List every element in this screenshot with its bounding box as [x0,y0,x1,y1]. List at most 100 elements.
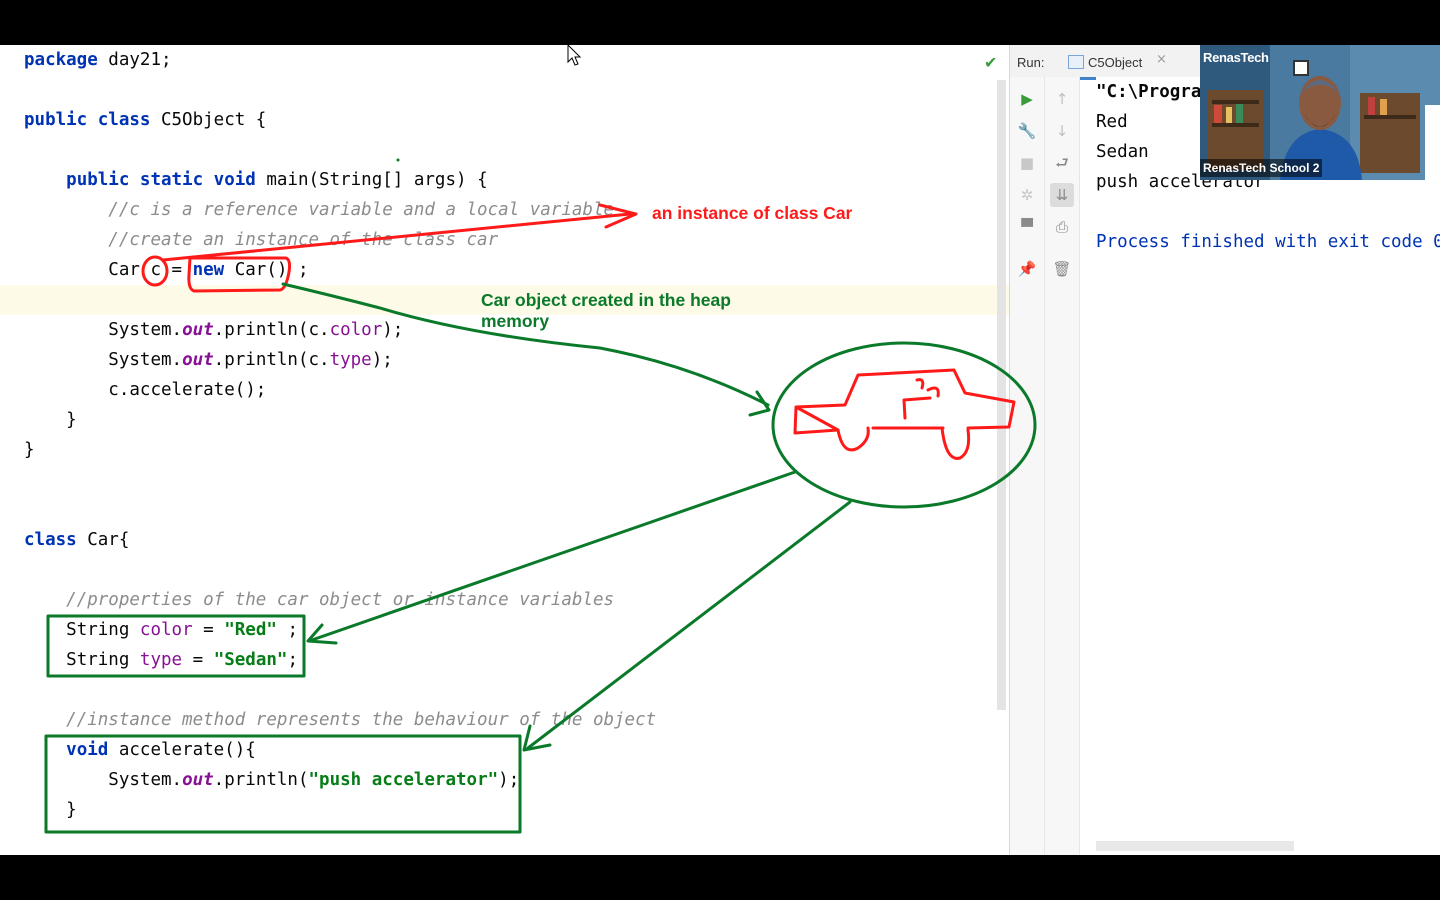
run-tab-label: C5Object [1088,55,1143,70]
code-token: void [66,740,109,760]
code-token: type [139,650,183,670]
code-token: String [66,650,140,670]
console-line: Sedan [1096,142,1149,162]
code-line[interactable]: //create an instance of the class car [24,225,498,255]
code-token: = [182,650,214,670]
code-token: Car c = [108,260,193,280]
code-token: System. [108,320,183,340]
code-line[interactable]: } [24,435,35,465]
code-token: System. [108,770,183,790]
code-token: "push accelerator" [308,770,499,790]
run-toolbar-right: ↑ ↓ ⮐ ⇊ ⎙ 🗑 [1045,77,1080,855]
code-token: out [182,320,214,340]
heap-annotation-line-2: memory [481,311,550,331]
code-line[interactable]: Car c = new Car() ; [24,255,308,285]
webcam-brand: RenasTech [1203,50,1269,65]
wrench-icon[interactable]: 🔧 [1015,119,1039,143]
trash-icon[interactable]: 🗑 [1050,257,1074,281]
code-line[interactable]: //properties of the car object or instan… [24,585,614,615]
code-token: C5Object { [150,110,267,130]
layout-icon[interactable]: ▀ [1015,215,1039,239]
code-token: type [329,350,372,370]
webcam-caption: RenasTech School 2 [1200,159,1323,177]
code-token: ; [287,650,298,670]
code-line[interactable]: class Car{ [24,525,129,555]
run-tab-c5object[interactable]: C5Object × [1068,45,1174,80]
code-token: .println( [213,770,309,790]
webcam-overlay: RenasTech RenasTech School 2 [1200,45,1440,180]
code-line[interactable]: System.out.println(c.color); [24,315,403,345]
up-arrow-icon[interactable]: ↑ [1050,87,1074,111]
code-line[interactable]: System.out.println(c.type); [24,345,393,375]
code-token: day21; [97,50,172,70]
code-token: .println(c. [213,320,330,340]
code-token: class [24,530,77,550]
code-token: accelerate(){ [108,740,256,760]
run-label: Run: [1017,55,1045,70]
code-token: "Sedan" [213,650,288,670]
code-token: ); [382,320,404,340]
code-token: public static void [66,170,256,190]
code-token: ; [276,620,298,640]
code-token: //instance method represents the behavio… [66,710,657,730]
code-token: //create an instance of the class car [108,230,499,250]
heap-annotation-label: Car object created in the heap memory [481,290,731,332]
console-output[interactable]: "C:\Program Files\Java\jdkRedSedanpush a… [1096,77,1440,855]
stop-icon[interactable]: ■ [1015,151,1039,175]
pin-icon[interactable]: 📌 [1015,257,1039,281]
code-line[interactable]: //c is a reference variable and a local … [24,195,614,225]
bottom-letterbox [0,855,1440,900]
code-line[interactable]: } [24,405,77,435]
run-icon[interactable]: ▶ [1015,87,1039,111]
code-token: System. [108,350,183,370]
code-token: main(String[] args) { [255,170,488,190]
scroll-to-end-icon[interactable]: ⇊ [1050,183,1074,207]
close-icon[interactable]: × [1156,52,1167,67]
run-toolbar-left: ▶ 🔧 ■ ✲ ▀ 📌 [1010,77,1045,855]
console-scrollbar[interactable] [1096,841,1294,851]
code-line[interactable]: } [24,795,77,825]
heap-annotation-line-1: Car object created in the heap [481,290,731,310]
code-token: color [329,320,383,340]
code-token: .println(c. [213,350,330,370]
editor-scrollbar[interactable] [997,80,1006,710]
code-line[interactable]: String type = "Sedan"; [24,645,298,675]
code-token: color [139,620,193,640]
code-token: out [182,770,214,790]
code-line[interactable]: package day21; [24,45,172,75]
code-line[interactable]: System.out.println("push accelerator"); [24,765,519,795]
code-line[interactable]: c.accelerate(); [24,375,266,405]
code-line[interactable]: void accelerate(){ [24,735,256,765]
code-editor[interactable]: package day21; public class C5Object { pu… [0,45,1009,855]
code-token: } [66,410,77,430]
console-tab-icon [1068,55,1084,69]
code-token: //c is a reference variable and a local … [108,200,615,220]
code-token: ); [498,770,520,790]
top-letterbox [0,0,1440,45]
instance-annotation-label: an instance of class Car [652,203,853,223]
print-icon[interactable]: ⎙ [1050,215,1074,239]
code-line[interactable]: public class C5Object { [24,105,266,135]
code-token: out [182,350,214,370]
code-token: } [66,800,77,820]
debug-bug-icon[interactable]: ✲ [1015,183,1039,207]
code-line[interactable]: //instance method represents the behavio… [24,705,656,735]
console-line: Process finished with exit code 0 [1096,232,1440,252]
soft-wrap-icon[interactable]: ⮐ [1050,151,1074,175]
code-token: String [66,620,140,640]
code-line[interactable]: public static void main(String[] args) { [24,165,488,195]
code-line[interactable]: String color = "Red" ; [24,615,298,645]
down-arrow-icon[interactable]: ↓ [1050,119,1074,143]
code-token: "Red" [224,620,277,640]
